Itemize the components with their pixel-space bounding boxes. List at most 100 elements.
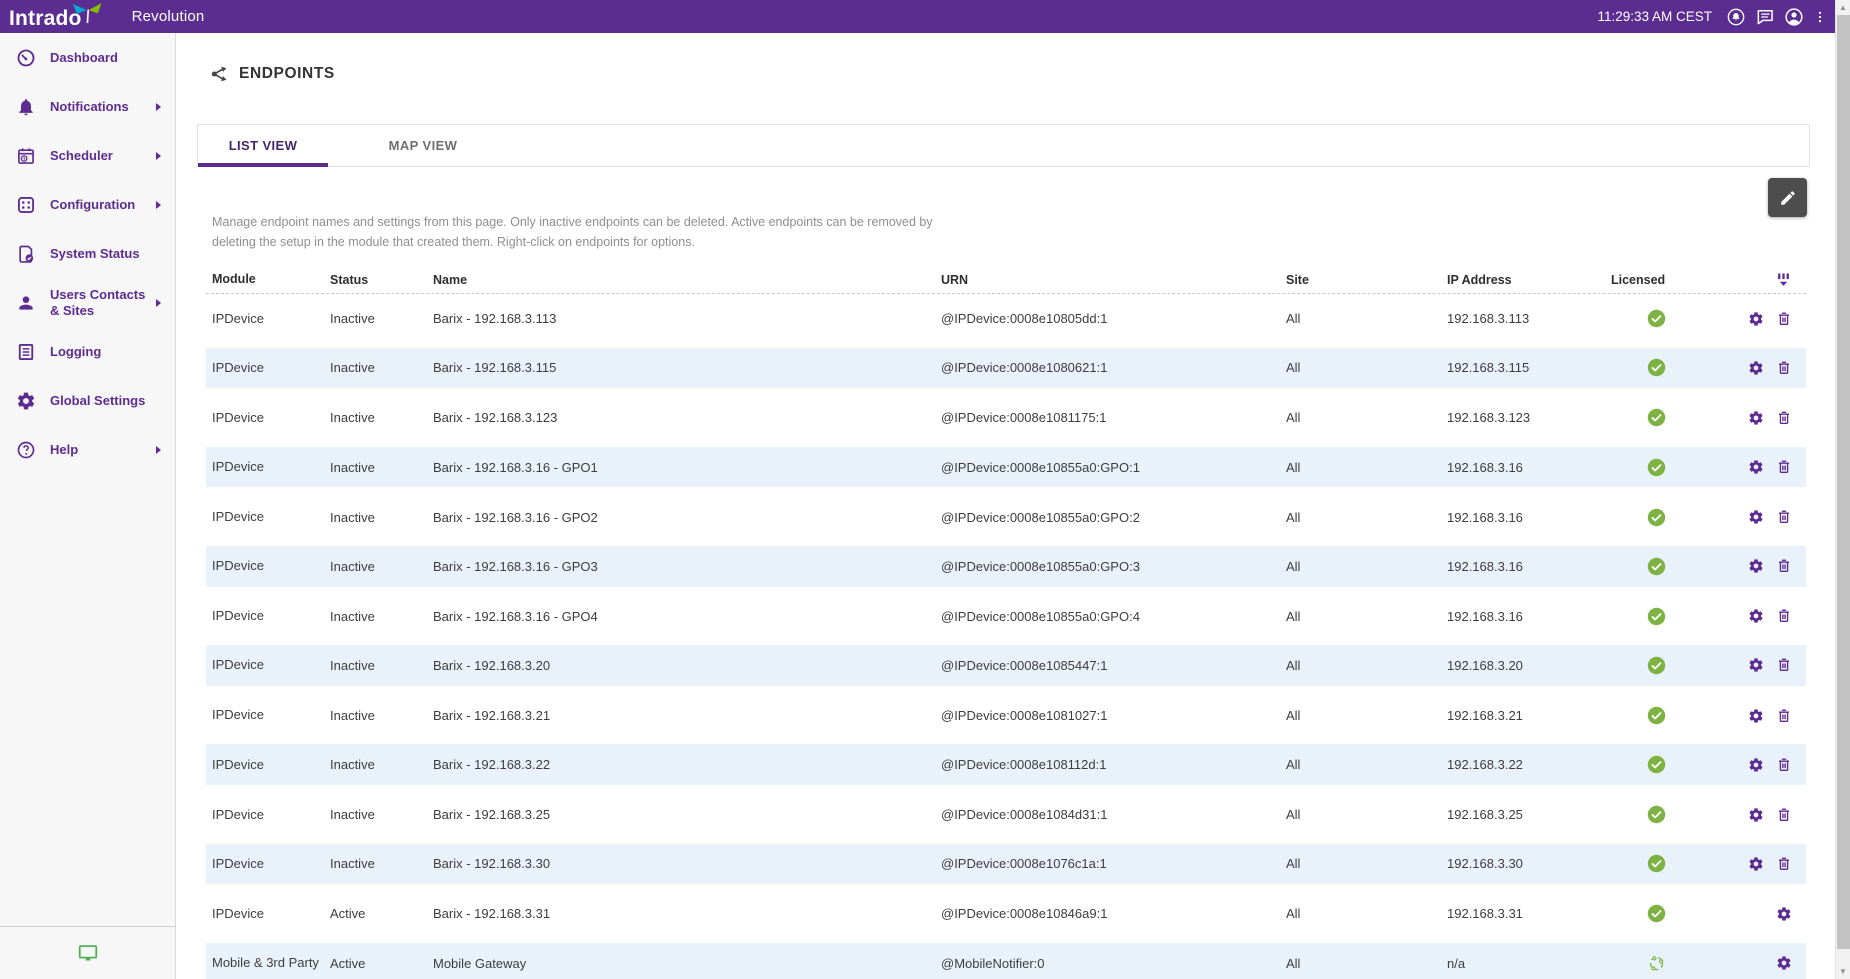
endpoint-settings-gear-icon[interactable]: [1748, 509, 1764, 525]
delete-endpoint-trash-icon[interactable]: [1776, 311, 1792, 327]
delete-endpoint-trash-icon[interactable]: [1776, 360, 1792, 376]
edit-button[interactable]: [1768, 178, 1807, 217]
table-row[interactable]: IPDevice Inactive Barix - 192.168.3.16 -…: [206, 443, 1806, 493]
cell-status: Inactive: [330, 510, 433, 525]
sidebar-item-label: System Status: [50, 246, 156, 262]
delete-endpoint-trash-icon[interactable]: [1776, 757, 1792, 773]
delete-endpoint-trash-icon[interactable]: [1776, 708, 1792, 724]
scrollbar-thumb[interactable]: [1837, 15, 1850, 949]
sidebar-item-icon: [16, 146, 36, 166]
cell-licensed: [1611, 358, 1701, 377]
cell-name: Barix - 192.168.3.16 - GPO2: [433, 510, 941, 525]
cell-name: Barix - 192.168.3.20: [433, 658, 941, 673]
cell-actions: [1701, 410, 1806, 426]
table-row[interactable]: IPDevice Inactive Barix - 192.168.3.123 …: [206, 393, 1806, 443]
sidebar-item-help[interactable]: Help: [0, 425, 175, 474]
sidebar-item-users-contacts-sites[interactable]: Users Contacts & Sites: [0, 278, 175, 327]
sidebar-item-configuration[interactable]: Configuration: [0, 180, 175, 229]
licensed-check-icon: [1647, 358, 1666, 377]
cell-module: IPDevice: [206, 509, 330, 525]
table-row[interactable]: IPDevice Inactive Barix - 192.168.3.22 @…: [206, 740, 1806, 790]
sidebar-item-scheduler[interactable]: Scheduler: [0, 131, 175, 180]
cell-status: Inactive: [330, 708, 433, 723]
cell-actions: [1701, 608, 1806, 624]
cell-actions: [1701, 906, 1806, 922]
endpoint-settings-gear-icon[interactable]: [1776, 955, 1792, 971]
delete-endpoint-trash-icon[interactable]: [1776, 509, 1792, 525]
table-row[interactable]: Mobile & 3rd Party Active Mobile Gateway…: [206, 939, 1806, 979]
endpoint-settings-gear-icon[interactable]: [1748, 459, 1764, 475]
sidebar: Dashboard Notifications Scheduler Config…: [0, 33, 176, 979]
cell-module: IPDevice: [206, 608, 330, 624]
chevron-right-icon: [156, 103, 161, 111]
cell-module: IPDevice: [206, 707, 330, 723]
delete-endpoint-trash-icon[interactable]: [1776, 608, 1792, 624]
cell-ip: 192.168.3.16: [1447, 559, 1611, 574]
table-row[interactable]: IPDevice Inactive Barix - 192.168.3.16 -…: [206, 542, 1806, 592]
sidebar-item-icon: [16, 440, 36, 460]
table-row[interactable]: IPDevice Inactive Barix - 192.168.3.113 …: [206, 294, 1806, 344]
endpoint-settings-gear-icon[interactable]: [1748, 856, 1764, 872]
col-header-ip: IP Address: [1447, 273, 1611, 287]
column-filter-icon[interactable]: [1775, 271, 1792, 288]
tab-bar: LIST VIEW MAP VIEW: [197, 124, 1810, 167]
content-panel: ENDPOINTS LIST VIEW MAP VIEW Manage endp…: [176, 33, 1835, 979]
table-row[interactable]: IPDevice Inactive Barix - 192.168.3.16 -…: [206, 592, 1806, 642]
endpoint-settings-gear-icon[interactable]: [1748, 311, 1764, 327]
table-row[interactable]: IPDevice Inactive Barix - 192.168.3.25 @…: [206, 790, 1806, 840]
delete-endpoint-trash-icon[interactable]: [1776, 459, 1792, 475]
cell-actions: [1701, 657, 1806, 673]
cell-urn: @IPDevice:0008e10846a9:1: [941, 906, 1286, 921]
cell-name: Barix - 192.168.3.22: [433, 757, 941, 772]
endpoint-settings-gear-icon[interactable]: [1748, 608, 1764, 624]
licensed-check-icon: [1647, 904, 1666, 923]
sidebar-item-logging[interactable]: Logging: [0, 327, 175, 376]
main-area: Dashboard Notifications Scheduler Config…: [0, 33, 1835, 979]
cell-urn: @IPDevice:0008e1081175:1: [941, 410, 1286, 425]
delete-endpoint-trash-icon[interactable]: [1776, 807, 1792, 823]
scroll-up-arrow-icon[interactable]: ▲: [1836, 0, 1850, 15]
cell-status: Inactive: [330, 609, 433, 624]
delete-endpoint-trash-icon[interactable]: [1776, 558, 1792, 574]
delete-endpoint-trash-icon[interactable]: [1776, 856, 1792, 872]
sidebar-item-notifications[interactable]: Notifications: [0, 82, 175, 131]
delete-endpoint-trash-icon[interactable]: [1776, 410, 1792, 426]
table-row[interactable]: IPDevice Active Barix - 192.168.3.31 @IP…: [206, 889, 1806, 939]
table-row[interactable]: IPDevice Inactive Barix - 192.168.3.21 @…: [206, 691, 1806, 741]
endpoint-settings-gear-icon[interactable]: [1748, 410, 1764, 426]
chevron-right-icon: [156, 299, 161, 307]
scroll-down-arrow-icon[interactable]: ▼: [1836, 964, 1850, 979]
endpoint-settings-gear-icon[interactable]: [1776, 906, 1792, 922]
endpoint-settings-gear-icon[interactable]: [1748, 558, 1764, 574]
endpoint-settings-gear-icon[interactable]: [1748, 757, 1764, 773]
cell-module: IPDevice: [206, 360, 330, 376]
table-row[interactable]: IPDevice Inactive Barix - 192.168.3.30 @…: [206, 840, 1806, 890]
endpoint-settings-gear-icon[interactable]: [1748, 708, 1764, 724]
vertical-scrollbar[interactable]: ▲ ▼: [1835, 0, 1850, 979]
page-title: ENDPOINTS: [210, 64, 335, 84]
account-icon[interactable]: [1784, 7, 1804, 27]
endpoint-settings-gear-icon[interactable]: [1748, 360, 1764, 376]
cell-actions: [1701, 360, 1806, 376]
tab-map-view[interactable]: MAP VIEW: [358, 125, 488, 166]
delete-endpoint-trash-icon[interactable]: [1776, 657, 1792, 673]
alarm-icon[interactable]: [1726, 7, 1746, 27]
cell-status: Inactive: [330, 658, 433, 673]
table-row[interactable]: IPDevice Inactive Barix - 192.168.3.16 -…: [206, 492, 1806, 542]
table-row[interactable]: IPDevice Inactive Barix - 192.168.3.115 …: [206, 344, 1806, 394]
chat-icon[interactable]: [1755, 7, 1775, 27]
col-header-module: Module: [206, 272, 330, 288]
cell-urn: @IPDevice:0008e10805dd:1: [941, 311, 1286, 326]
endpoint-settings-gear-icon[interactable]: [1748, 807, 1764, 823]
sidebar-item-dashboard[interactable]: Dashboard: [0, 33, 175, 82]
sidebar-item-global-settings[interactable]: Global Settings: [0, 376, 175, 425]
overflow-menu-icon[interactable]: [1813, 7, 1827, 27]
cell-licensed: [1611, 508, 1701, 527]
cell-ip: 192.168.3.22: [1447, 757, 1611, 772]
tab-list-view[interactable]: LIST VIEW: [198, 125, 328, 166]
cell-site: All: [1286, 956, 1447, 971]
endpoint-settings-gear-icon[interactable]: [1748, 657, 1764, 673]
sidebar-item-system-status[interactable]: System Status: [0, 229, 175, 278]
cell-actions: [1701, 311, 1806, 327]
table-row[interactable]: IPDevice Inactive Barix - 192.168.3.20 @…: [206, 641, 1806, 691]
